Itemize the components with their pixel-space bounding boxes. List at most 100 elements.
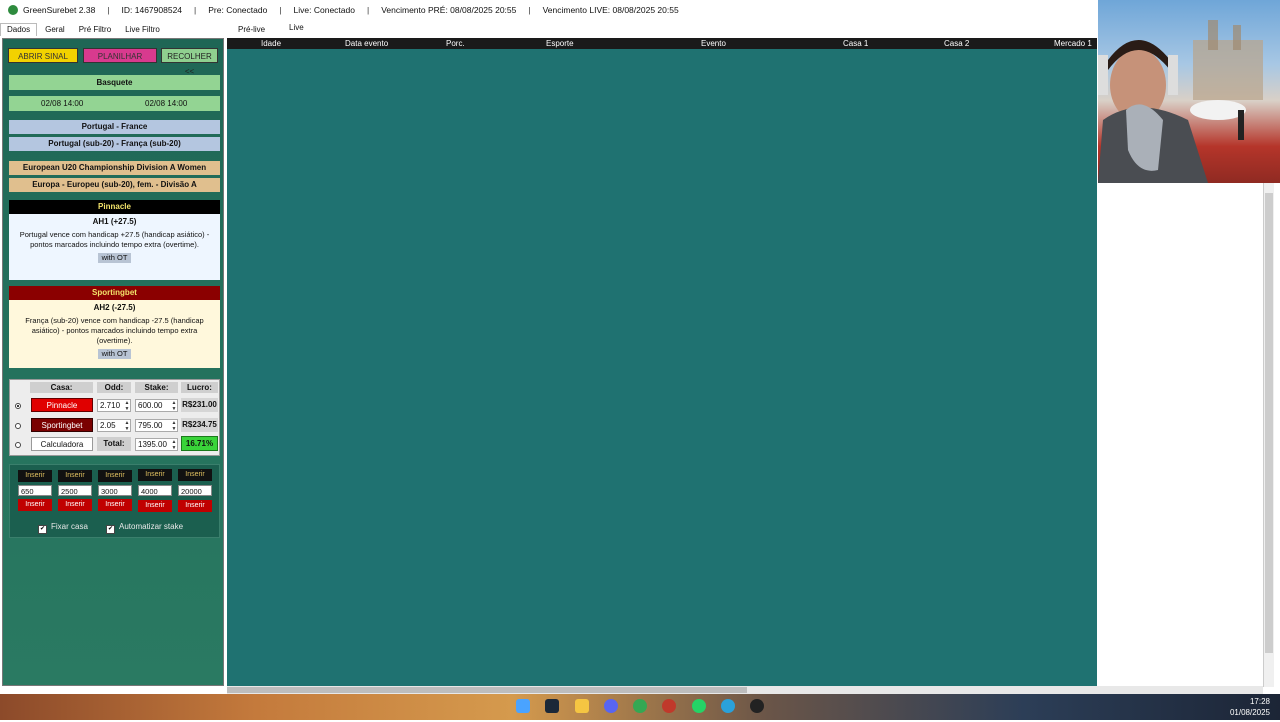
column-porc[interactable]: Porc. <box>446 38 465 49</box>
odd-spinner-icon[interactable]: ▲ ▼ <box>124 400 130 412</box>
quick-stake-input-1[interactable]: 650 <box>18 485 52 496</box>
tab-dados[interactable]: Dados <box>0 23 38 36</box>
obs-icon[interactable] <box>750 699 764 713</box>
insert-bottom-4[interactable]: Inserir <box>138 500 172 512</box>
insert-top-2[interactable]: Inserir <box>58 470 92 482</box>
bet1-tag: with OT <box>97 253 132 263</box>
folder-icon[interactable] <box>575 699 589 713</box>
row1-odd-input[interactable]: 2.710 ▲ ▼ <box>97 399 131 412</box>
spreadsheet-button[interactable]: PLANILHAR <box>83 48 157 63</box>
row2-stake-value: 795.00 <box>138 421 163 430</box>
column-idade[interactable]: Idade <box>261 38 281 49</box>
row2-odd-input[interactable]: 2.05 ▲ ▼ <box>97 419 131 432</box>
header-stake: Stake: <box>135 382 178 393</box>
whatsapp-icon[interactable] <box>692 699 706 713</box>
live-status: Live: Conectado <box>293 5 355 15</box>
row1-radio[interactable] <box>15 403 21 409</box>
odd-spinner-icon[interactable]: ▲ ▼ <box>124 420 130 432</box>
fix-house-checkbox[interactable]: ✔ Fixar casa <box>38 522 88 534</box>
row3-radio[interactable] <box>15 442 21 448</box>
event-date-1: 02/08 14:00 <box>41 99 84 108</box>
match-name-1: Portugal - France <box>9 120 220 134</box>
total-spinner-icon[interactable]: ▲ ▼ <box>171 439 177 451</box>
quick-stake-input-2[interactable]: 2500 <box>58 485 92 496</box>
tab-live[interactable]: Live <box>289 23 304 32</box>
bet1-house-header: Pinnacle <box>9 200 220 214</box>
pre-status: Pre: Conectado <box>208 5 268 15</box>
taskbar: 17:28 01/08/2025 <box>0 694 1280 720</box>
bet2-tag: with OT <box>97 349 132 359</box>
tab-live-filtro[interactable]: Live Filtro <box>117 25 166 36</box>
column-mercado-1[interactable]: Mercado 1 <box>1054 38 1092 49</box>
header-lucro: Lucro: <box>181 382 218 393</box>
auto-stake-checkbox[interactable]: ✔ Automatizar stake <box>106 522 183 534</box>
row2-radio[interactable] <box>15 423 21 429</box>
column-casa-2[interactable]: Casa 2 <box>944 38 969 49</box>
row1-house-button[interactable]: Pinnacle <box>31 398 93 412</box>
insert-bottom-2[interactable]: Inserir <box>58 499 92 511</box>
event-date-2: 02/08 14:00 <box>145 99 188 108</box>
opera-icon[interactable] <box>662 699 676 713</box>
insert-bottom-5[interactable]: Inserir <box>178 500 212 512</box>
tab-pre-live[interactable]: Pré-live <box>238 25 265 34</box>
bet2-market: AH2 (-27.5) <box>93 303 136 312</box>
column-evento[interactable]: Evento <box>701 38 726 49</box>
quick-stake-value-5: 20000 <box>181 487 202 496</box>
app-logo-icon <box>8 5 18 15</box>
stake-spinner-icon[interactable]: ▲ ▼ <box>171 400 177 412</box>
row1-odd-value: 2.710 <box>100 401 121 410</box>
column-data-evento[interactable]: Data evento <box>345 38 388 49</box>
quick-stake-value-2: 2500 <box>61 487 78 496</box>
insert-top-1[interactable]: Inserir <box>18 470 52 482</box>
open-signal-button[interactable]: ABRIR SINAL <box>8 48 78 63</box>
insert-bottom-1[interactable]: Inserir <box>18 499 52 511</box>
total-input[interactable]: 1395.00 ▲ ▼ <box>135 438 178 451</box>
clock-time[interactable]: 17:28 <box>1230 696 1270 707</box>
collapse-button[interactable]: RECOLHER << <box>161 48 218 76</box>
quick-stake-input-3[interactable]: 3000 <box>98 485 132 496</box>
insert-bottom-3[interactable]: Inserir <box>98 499 132 511</box>
check-icon[interactable]: ✔ <box>106 525 115 534</box>
insert-top-4[interactable]: Inserir <box>138 469 172 481</box>
horizontal-scrollbar[interactable] <box>227 686 1263 694</box>
clock-date[interactable]: 01/08/2025 <box>1230 707 1270 718</box>
bet1-description: Portugal vence com handicap +27.5 (handi… <box>19 230 210 249</box>
calculator-button[interactable]: Calculadora <box>31 437 93 451</box>
steam-icon[interactable] <box>545 699 559 713</box>
row2-odd-value: 2.05 <box>100 421 116 430</box>
opportunities-table: Idade Data evento Porc. Esporte Evento C… <box>227 38 1097 686</box>
row1-stake-value: 600.00 <box>138 401 163 410</box>
bet1-card: AH1 (+27.5) Portugal vence com handicap … <box>9 214 220 280</box>
row2-profit: R$234.75 <box>181 418 218 432</box>
bet2-card: AH2 (-27.5) França (sub-20) vence com ha… <box>9 300 220 368</box>
quick-stake-input-5[interactable]: 20000 <box>178 485 212 496</box>
row1-stake-input[interactable]: 600.00 ▲ ▼ <box>135 399 178 412</box>
total-label: Total: <box>97 437 131 451</box>
scrollbar-thumb[interactable] <box>1265 193 1273 653</box>
table-header: Idade Data evento Porc. Esporte Evento C… <box>227 38 1097 49</box>
column-esporte[interactable]: Esporte <box>546 38 574 49</box>
insert-top-5[interactable]: Inserir <box>178 469 212 481</box>
row2-stake-input[interactable]: 795.00 ▲ ▼ <box>135 419 178 432</box>
telegram-icon[interactable] <box>721 699 735 713</box>
pre-expiry: Vencimento PRÉ: 08/08/2025 20:55 <box>381 5 517 15</box>
check-icon[interactable]: ✔ <box>38 525 47 534</box>
quick-stake-value-4: 4000 <box>141 487 158 496</box>
vertical-scrollbar[interactable] <box>1263 183 1274 687</box>
header-odd: Odd: <box>97 382 131 393</box>
app-title: GreenSurebet 2.38 <box>23 5 96 15</box>
row2-house-button[interactable]: Sportingbet <box>31 418 93 432</box>
stake-spinner-icon[interactable]: ▲ ▼ <box>171 420 177 432</box>
insert-top-3[interactable]: Inserir <box>98 470 132 482</box>
tab-pre-filtro[interactable]: Pré Filtro <box>71 25 117 36</box>
horizontal-scrollbar-thumb[interactable] <box>227 687 747 693</box>
tab-geral[interactable]: Geral <box>37 25 71 36</box>
windows-start-icon[interactable] <box>516 699 530 713</box>
discord-icon[interactable] <box>604 699 618 713</box>
sport-label: Basquete <box>9 75 220 90</box>
quick-stake-input-4[interactable]: 4000 <box>138 485 172 496</box>
user-id: ID: 1467908524 <box>121 5 183 15</box>
column-casa-1[interactable]: Casa 1 <box>843 38 868 49</box>
event-dates: 02/08 14:00 02/08 14:00 <box>9 96 220 111</box>
chrome-icon[interactable] <box>633 699 647 713</box>
